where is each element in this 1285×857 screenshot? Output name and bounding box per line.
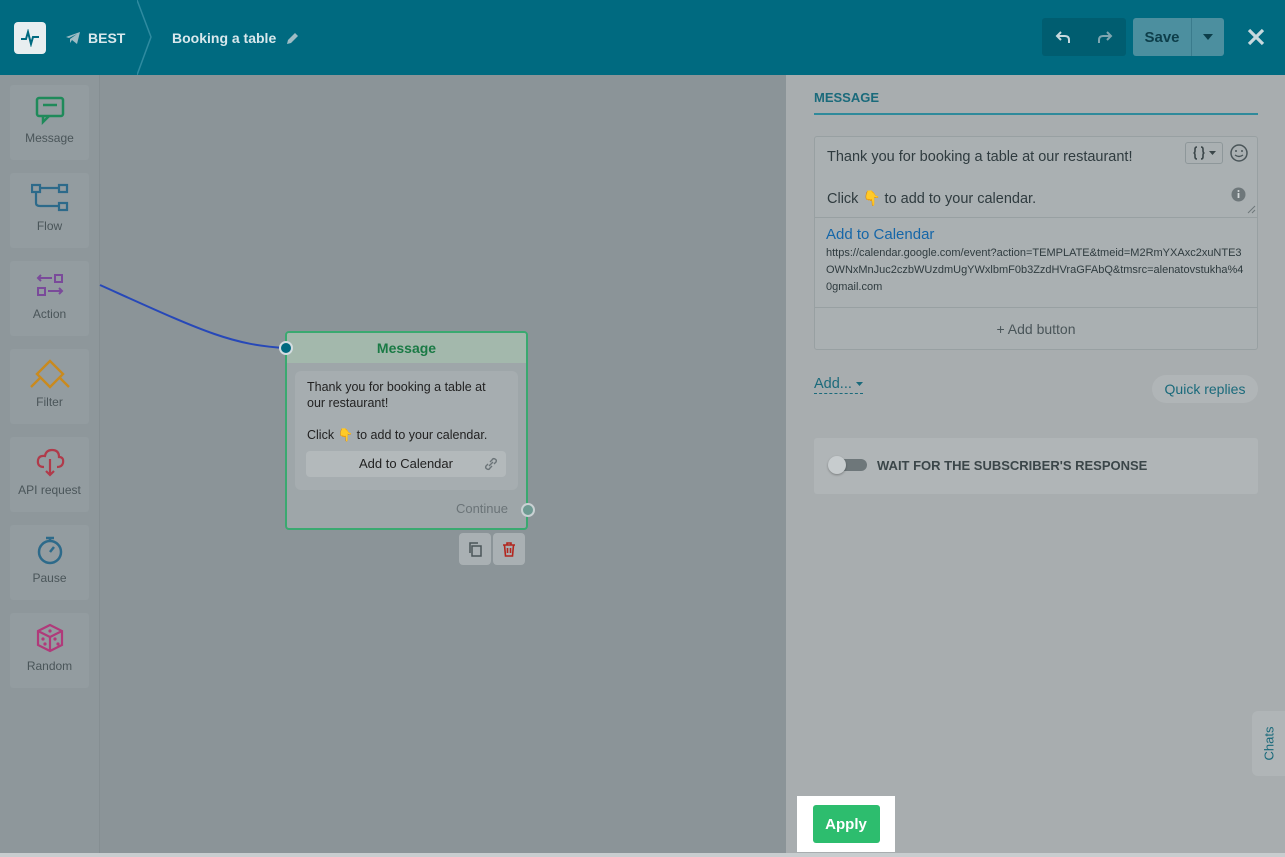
info-icon[interactable] [1231,187,1246,202]
button-url: https://calendar.google.com/event?action… [826,247,1244,293]
node-text-line: Click 👇 to add to your calendar. [307,427,506,443]
node-message-body: Thank you for booking a table at our res… [295,371,518,490]
emoji-icon[interactable] [1229,143,1249,163]
add-content-dropdown[interactable]: Add... [814,376,863,394]
node-button-label: Add to Calendar [359,456,453,471]
editor-panel: MESSAGE Thank you for booking a table at… [786,75,1285,857]
apply-button[interactable]: Apply [812,805,880,843]
quick-replies-button[interactable]: Quick replies [1152,375,1258,403]
node-text-fragment: Click [307,428,335,442]
wait-response-label: WAIT FOR THE SUBSCRIBER'S RESPONSE [877,458,1148,473]
undo-icon [1055,31,1070,43]
node-text-line: Thank you for booking a table at [307,380,486,394]
undo-button[interactable] [1042,18,1084,56]
node-input-port[interactable] [279,341,293,355]
node-title: Message [287,333,526,363]
add-button-button[interactable]: + Add button [815,308,1257,349]
curly-braces-icon [1192,146,1205,160]
toggle-knob [828,456,846,474]
message-text-fragment: to add to your calendar. [884,191,1037,207]
chats-label: Chats [1261,726,1276,761]
node-calendar-button[interactable]: Add to Calendar [306,451,506,477]
message-text-line: Thank you for booking a table at our res… [827,149,1133,165]
wait-response-toggle[interactable] [828,456,867,474]
save-button[interactable]: Save [1133,18,1192,56]
caret-down-icon [855,382,863,386]
redo-button[interactable] [1084,18,1126,56]
message-textarea[interactable]: Thank you for booking a table at our res… [827,147,1133,210]
close-button[interactable] [1243,24,1269,50]
duplicate-node-button[interactable] [459,533,491,565]
message-editor: Thank you for booking a table at our res… [814,136,1258,350]
apply-highlight: Apply [797,796,895,852]
bottom-border [0,853,1285,857]
node-text-line: our restaurant! [307,396,389,410]
message-text-fragment: Click [827,191,859,207]
close-icon [1247,28,1265,46]
node-actions [459,533,525,565]
delete-node-button[interactable] [493,533,525,565]
message-node[interactable]: Message Thank you for booking a table at… [279,331,535,530]
button-title: Add to Calendar [826,226,935,243]
chats-tab[interactable]: Chats [1252,711,1285,776]
trash-icon [503,542,515,557]
caret-down-icon [1203,34,1213,40]
message-text-line: Click 👇 to add to your calendar. [827,189,1133,210]
link-icon [484,457,498,471]
pointing-hand-icon: 👇 [862,191,881,207]
wait-response-setting: WAIT FOR THE SUBSCRIBER'S RESPONSE [814,438,1258,494]
caret-down-icon [1208,151,1216,155]
resize-handle-icon[interactable] [1247,205,1256,214]
save-dropdown-button[interactable] [1192,18,1224,56]
save-group: Save [1133,18,1224,56]
node-text-fragment: to add to your calendar. [356,428,488,442]
tab-message[interactable]: MESSAGE [814,90,1258,115]
add-content-label: Add... [814,376,852,392]
history-controls [1042,18,1126,56]
continue-label: Continue [455,501,508,516]
calendar-button-config[interactable]: Add to Calendar https://calendar.google.… [815,217,1257,308]
node-output-port[interactable] [521,503,535,517]
pointing-hand-icon: 👇 [337,428,354,442]
copy-icon [469,542,482,557]
variables-dropdown[interactable] [1185,142,1223,164]
redo-icon [1098,31,1113,43]
